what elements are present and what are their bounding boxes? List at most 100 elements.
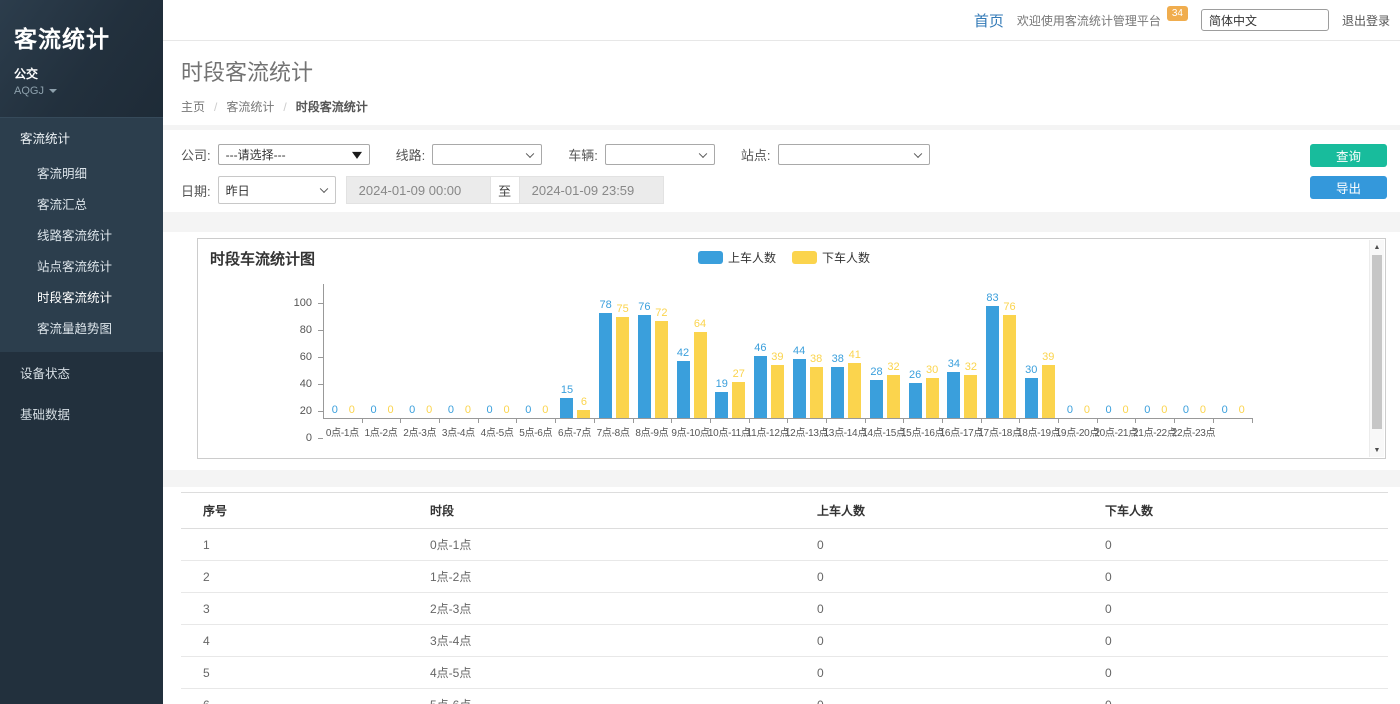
bar-value-label: 0 (426, 405, 432, 416)
company-select[interactable]: ---请选择--- (218, 144, 370, 165)
org-name: 公交 (14, 65, 149, 82)
scrollbar-thumb[interactable] (1372, 255, 1382, 429)
sidebar-item-station-flow-stats[interactable]: 站点客流统计 (0, 250, 163, 281)
bar-value-label: 39 (1042, 352, 1054, 363)
export-button[interactable]: 导出 (1310, 176, 1387, 199)
vehicle-select[interactable] (605, 144, 715, 165)
welcome-text: 欢迎使用客流统计管理平台 (1017, 12, 1161, 29)
station-select[interactable] (778, 144, 930, 165)
cell-period: 3点-4点 (430, 625, 817, 657)
section-divider (163, 470, 1400, 487)
bar-value-label: 30 (1025, 365, 1037, 376)
bar-value-label: 64 (694, 319, 706, 330)
cell-boarding: 0 (817, 529, 1105, 561)
date-label: 日期: (181, 181, 211, 200)
bar-group: 00 (517, 283, 556, 418)
y-axis-label: 100 (294, 298, 312, 309)
bar-group: 00 (401, 283, 440, 418)
query-button[interactable]: 查询 (1310, 144, 1387, 167)
chart-scrollbar[interactable]: ▲ ▼ (1369, 240, 1384, 457)
logout-link[interactable]: 退出登录 (1342, 12, 1390, 29)
y-axis-tick (318, 357, 323, 358)
legend-item-boarding[interactable]: 上车人数 (698, 249, 776, 266)
x-axis-label: 10点-11点 (710, 424, 749, 439)
bar (986, 306, 999, 418)
bar-value-label: 38 (832, 354, 844, 365)
y-axis-label: 60 (300, 352, 312, 363)
breadcrumb: 主页 / 客流统计 / 时段客流统计 (181, 98, 1382, 115)
bar-value-label: 39 (771, 352, 783, 363)
bar-value-label: 0 (465, 405, 471, 416)
bar-group: 00 (1214, 283, 1253, 418)
x-axis-label: 7点-8点 (594, 424, 633, 439)
cell-alighting: 0 (1105, 561, 1388, 593)
app-root: 客流统计 公交 AQGJ 客流统计客流明细客流汇总线路客流统计站点客流统计时段客… (0, 0, 1400, 704)
bar-value-label: 0 (332, 405, 338, 416)
home-link[interactable]: 首页 (974, 10, 1004, 31)
scrollbar-down-icon[interactable]: ▼ (1370, 443, 1384, 457)
bar (848, 363, 861, 418)
breadcrumb-separator: / (283, 100, 286, 114)
col-header-index: 序号 (181, 493, 430, 529)
cell-period: 2点-3点 (430, 593, 817, 625)
table-row: 65点-6点00 (181, 689, 1388, 704)
sidebar-item-flow-trend-chart[interactable]: 客流量趋势图 (0, 312, 163, 343)
bar-group: 7875 (595, 283, 634, 418)
bar-value-label: 0 (387, 405, 393, 416)
bar-value-label: 0 (1200, 405, 1206, 416)
x-axis-label: 22点-23点 (1174, 424, 1213, 439)
bar-value-label: 0 (1084, 405, 1090, 416)
date-end-input[interactable]: 2024-01-09 23:59 (519, 176, 664, 204)
x-axis-label: 6点-7点 (555, 424, 594, 439)
x-axis-label: 16点-17点 (942, 424, 981, 439)
sidebar-item-device-status[interactable]: 设备状态 (0, 352, 163, 393)
cell-period: 0点-1点 (430, 529, 817, 561)
scrollbar-up-icon[interactable]: ▲ (1370, 240, 1384, 254)
x-axis-label: 0点-1点 (323, 424, 362, 439)
chevron-down-icon (319, 185, 327, 193)
bar (831, 367, 844, 418)
x-axis-label: 18点-19点 (1019, 424, 1058, 439)
cell-index: 2 (181, 561, 430, 593)
x-axis-label: 3点-4点 (439, 424, 478, 439)
date-start-input[interactable]: 2024-01-09 00:00 (346, 176, 491, 204)
bar-value-label: 44 (793, 346, 805, 357)
bar-value-label: 26 (909, 370, 921, 381)
line-select[interactable] (432, 144, 542, 165)
legend-item-alighting[interactable]: 下车人数 (792, 249, 870, 266)
bar-value-label: 0 (1123, 405, 1129, 416)
sidebar: 客流统计 公交 AQGJ 客流统计客流明细客流汇总线路客流统计站点客流统计时段客… (0, 0, 163, 704)
sidebar-item-line-flow-stats[interactable]: 线路客流统计 (0, 219, 163, 250)
page-header: 时段客流统计 主页 / 客流统计 / 时段客流统计 (163, 41, 1400, 125)
sidebar-menu: 客流统计客流明细客流汇总线路客流统计站点客流统计时段客流统计客流量趋势图设备状态… (0, 117, 163, 434)
bar-value-label: 0 (1161, 405, 1167, 416)
bar-group: 4264 (672, 283, 711, 418)
sidebar-item-period-flow-stats[interactable]: 时段客流统计 (0, 281, 163, 312)
x-axis-label: 8点-9点 (633, 424, 672, 439)
org-code-dropdown[interactable]: AQGJ (14, 85, 149, 97)
table-row: 32点-3点00 (181, 593, 1388, 625)
bar-group: 00 (363, 283, 402, 418)
table-row: 43点-4点00 (181, 625, 1388, 657)
date-preset-select[interactable]: 昨日 (218, 176, 336, 204)
table-row: 54点-5点00 (181, 657, 1388, 689)
breadcrumb-parent[interactable]: 客流统计 (226, 98, 274, 115)
chart-plot: 0000000000001567875767242641927463944383… (323, 284, 1253, 419)
breadcrumb-home[interactable]: 主页 (181, 98, 205, 115)
y-axis-tick (318, 330, 323, 331)
sidebar-item-base-data[interactable]: 基础数据 (0, 393, 163, 434)
sidebar-item-passenger-flow-stats[interactable]: 客流统计 (0, 118, 163, 157)
bar-value-label: 19 (716, 379, 728, 390)
cell-boarding: 0 (817, 689, 1105, 704)
bar-value-label: 0 (409, 405, 415, 416)
bar-value-label: 32 (965, 362, 977, 373)
sidebar-item-flow-detail[interactable]: 客流明细 (0, 157, 163, 188)
language-select[interactable]: 简体中文 (1201, 9, 1329, 31)
legend-swatch (792, 251, 817, 264)
sidebar-item-flow-summary[interactable]: 客流汇总 (0, 188, 163, 219)
bar-value-label: 76 (638, 302, 650, 313)
bar-value-label: 0 (542, 405, 548, 416)
bar (677, 361, 690, 418)
bar (870, 380, 883, 418)
y-axis-tick (318, 411, 323, 412)
